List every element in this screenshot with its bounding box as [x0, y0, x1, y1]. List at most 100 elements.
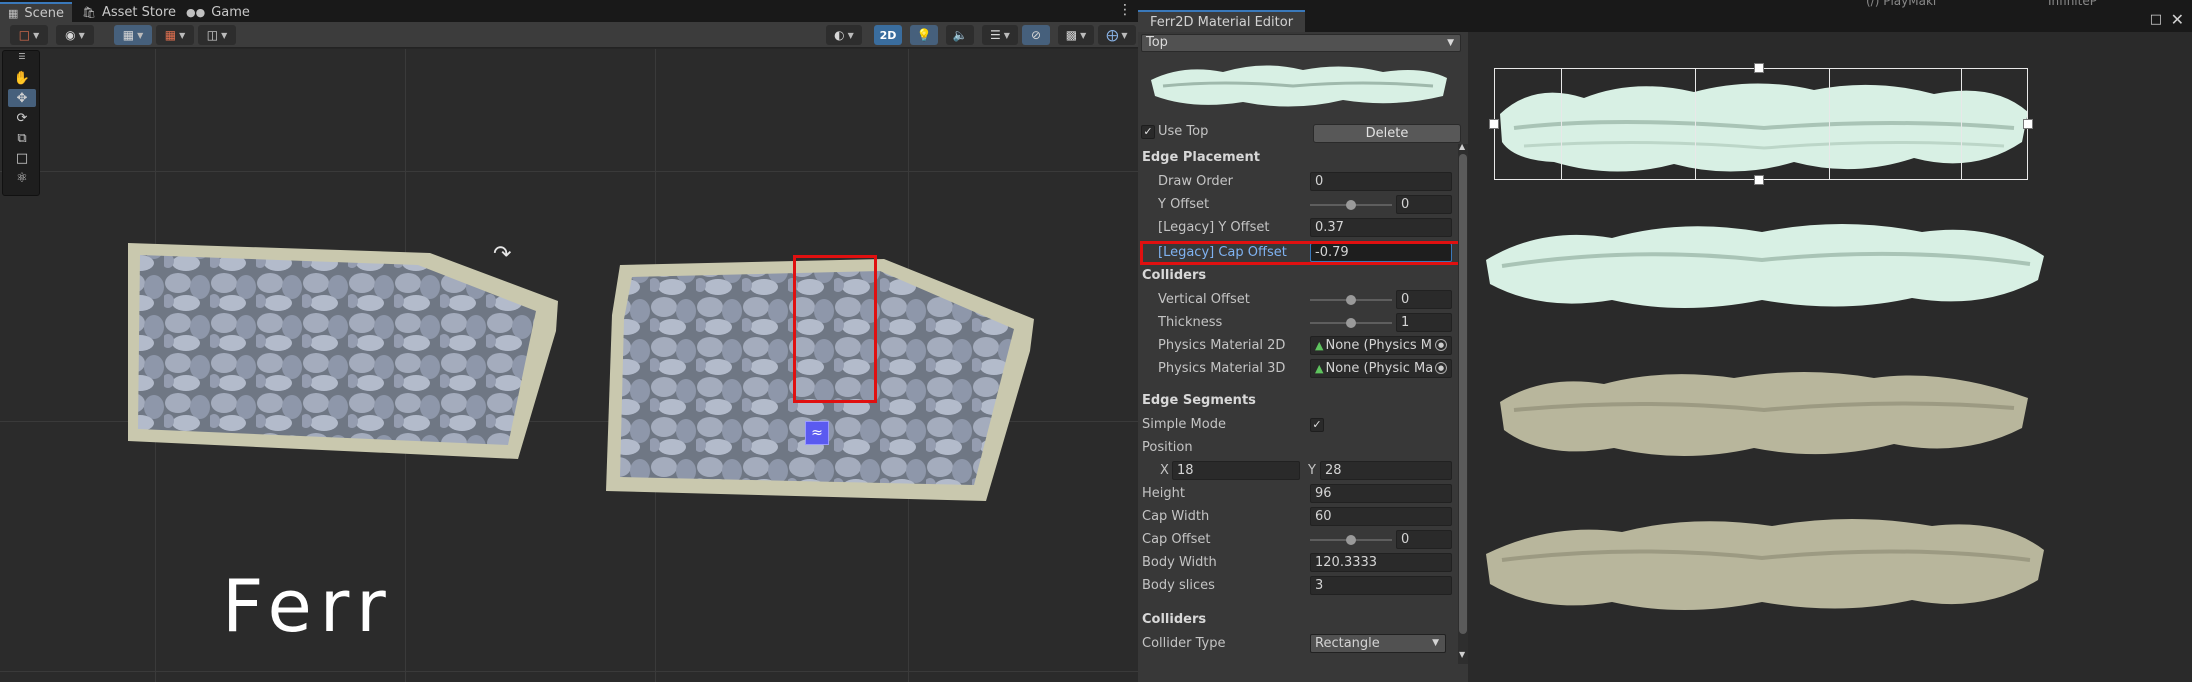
vertical-offset-field[interactable]: 0	[1396, 290, 1452, 309]
background-tab-infinite[interactable]: InfiniteP	[2048, 0, 2097, 8]
kebab-menu-icon[interactable]: ⋮	[1118, 2, 1132, 18]
physics-2d-field[interactable]: ▲ None (Physics M ●	[1310, 336, 1452, 355]
edge-strip-left[interactable]	[1494, 364, 2034, 464]
scroll-down-icon[interactable]: ▼	[1459, 650, 1465, 659]
scroll-thumb[interactable]	[1459, 154, 1467, 634]
position-xy-row: X 18 Y 28	[1138, 461, 1464, 481]
position-y-field[interactable]: 28	[1320, 461, 1452, 480]
mode-2d-button[interactable]: 2D	[874, 25, 902, 45]
vertical-offset-slider-knob[interactable]	[1346, 295, 1356, 305]
scale-tool-icon[interactable]: ⧉	[8, 129, 36, 147]
edge-select-dropdown[interactable]: Top ▼	[1141, 34, 1461, 52]
effects-dropdown[interactable]: ☰ ▼	[982, 25, 1018, 45]
camera-dropdown[interactable]: ▩ ▼	[1058, 25, 1094, 45]
physics-3d-label: Physics Material 3D	[1158, 361, 1286, 376]
y-offset-label: Y Offset	[1158, 197, 1210, 212]
editor-title-tab[interactable]: Ferr2D Material Editor	[1138, 10, 1306, 32]
use-top-label: Use Top	[1158, 124, 1209, 139]
cap-offset-field[interactable]: 0	[1396, 530, 1452, 549]
grid-toggle-button[interactable]: ▦ ▼	[114, 25, 152, 45]
object-picker-icon[interactable]: ●	[1435, 362, 1447, 374]
inspector-scrollbar[interactable]: ▲ ▼	[1458, 142, 1468, 664]
segment-frame[interactable]	[1494, 68, 2028, 180]
frame-handle-left[interactable]	[1489, 119, 1499, 129]
tab-game[interactable]: ●● Game	[178, 2, 258, 22]
collider-type-dropdown[interactable]: Rectangle ▼	[1310, 634, 1446, 653]
edge-preview-panel[interactable]	[1468, 32, 2192, 682]
effects-icon: ☰	[990, 28, 1001, 42]
maximize-icon[interactable]: □	[2150, 12, 2162, 27]
hidden-objects-toggle[interactable]: ⊘	[1022, 25, 1050, 45]
rotate-cursor-icon: ↷	[493, 242, 512, 267]
tab-scene[interactable]: ▦ Scene	[0, 2, 73, 22]
collider-type-value: Rectangle	[1315, 636, 1380, 651]
snap-increment-dropdown[interactable]: ▦ ▼	[156, 25, 194, 45]
position-x-field[interactable]: 18	[1172, 461, 1300, 480]
segment-divider[interactable]	[1695, 69, 1696, 179]
draw-mode-dropdown[interactable]: □ ▼	[10, 25, 48, 45]
tab-scene-label: Scene	[24, 5, 65, 21]
shading-mode-dropdown[interactable]: ◐ ▼	[826, 25, 862, 45]
close-icon[interactable]: ✕	[2171, 10, 2184, 29]
stone-wall-left[interactable]	[118, 231, 558, 461]
audio-toggle[interactable]: 🔈	[946, 25, 974, 45]
physics-2d-label: Physics Material 2D	[1158, 338, 1286, 353]
tool-palette: ☰ ✋ ✥ ⟳ ⧉ □ ⚛	[2, 50, 40, 196]
height-row: Height 96	[1138, 484, 1464, 504]
delete-button[interactable]: Delete	[1313, 124, 1461, 143]
thickness-label: Thickness	[1158, 315, 1223, 330]
render-mode-dropdown[interactable]: ◉ ▼	[56, 25, 94, 45]
height-field[interactable]: 96	[1310, 484, 1452, 503]
hand-tool-icon[interactable]: ✋	[8, 69, 36, 87]
thickness-slider-knob[interactable]	[1346, 318, 1356, 328]
legacy-y-offset-field[interactable]: 0.37	[1310, 218, 1452, 237]
grid-line	[0, 671, 1138, 672]
physics-2d-value: None (Physics M	[1325, 338, 1433, 353]
y-offset-field[interactable]: 0	[1396, 195, 1452, 214]
thickness-field[interactable]: 1	[1396, 313, 1452, 332]
y-offset-slider-knob[interactable]	[1346, 200, 1356, 210]
body-slices-field[interactable]: 3	[1310, 576, 1452, 595]
edge-strip-bottom[interactable]	[1482, 216, 2048, 316]
simple-mode-checkbox[interactable]: ✓	[1310, 418, 1324, 432]
body-width-field[interactable]: 120.3333	[1310, 553, 1452, 572]
chevron-down-icon: ▼	[1432, 638, 1439, 648]
body-width-label: Body Width	[1142, 555, 1217, 570]
move-tool-icon[interactable]: ✥	[8, 89, 36, 107]
frame-handle-top[interactable]	[1754, 63, 1764, 73]
frame-handle-right[interactable]	[2023, 119, 2033, 129]
segment-divider[interactable]	[1829, 69, 1830, 179]
edge-placement-heading: Edge Placement	[1142, 150, 1260, 165]
scene-viewport[interactable]: ≈ ↷ Ferr	[0, 49, 1138, 682]
cap-offset-slider-knob[interactable]	[1346, 535, 1356, 545]
gamepad-icon: ●●	[186, 5, 206, 19]
edge-strip-right[interactable]	[1482, 510, 2048, 620]
transform-tool-icon[interactable]: ⚛	[8, 169, 36, 187]
cap-width-field[interactable]: 60	[1310, 507, 1452, 526]
tab-asset-store[interactable]: 🛍 Asset Store	[74, 2, 184, 22]
scene-text: Ferr	[222, 564, 394, 648]
chevron-down-icon: ▼	[33, 30, 40, 40]
editor-title: Ferr2D Material Editor	[1150, 14, 1294, 30]
scroll-up-icon[interactable]: ▲	[1459, 142, 1465, 151]
object-picker-icon[interactable]: ●	[1435, 339, 1447, 351]
physics-3d-field[interactable]: ▲ None (Physic Ma ●	[1310, 359, 1452, 378]
draw-order-field[interactable]: 0	[1310, 172, 1452, 191]
simple-mode-row: Simple Mode ✓	[1138, 415, 1464, 435]
segment-colliders-heading: Colliders	[1142, 612, 1207, 627]
segment-divider[interactable]	[1561, 69, 1562, 179]
background-tab-playmaker[interactable]: (/) PlayMaki	[1866, 0, 1936, 8]
rotate-tool-icon[interactable]: ⟳	[8, 109, 36, 127]
frame-handle-bottom[interactable]	[1754, 175, 1764, 185]
use-top-checkbox[interactable]: ✓	[1141, 125, 1155, 139]
align-dropdown[interactable]: ◫ ▼	[198, 25, 236, 45]
lighting-toggle[interactable]: 💡	[910, 25, 938, 45]
position-heading-row: Position	[1138, 438, 1464, 458]
chevron-down-icon: ▼	[1003, 30, 1010, 40]
segment-divider[interactable]	[1961, 69, 1962, 179]
pivot-handle-icon[interactable]: ≈	[805, 421, 829, 445]
gizmos-dropdown[interactable]: ⨁ ▼	[1098, 25, 1136, 45]
rect-tool-icon[interactable]: □	[8, 149, 36, 167]
sphere-icon: ◐	[834, 28, 845, 42]
palette-grip-icon[interactable]: ☰	[8, 52, 36, 61]
